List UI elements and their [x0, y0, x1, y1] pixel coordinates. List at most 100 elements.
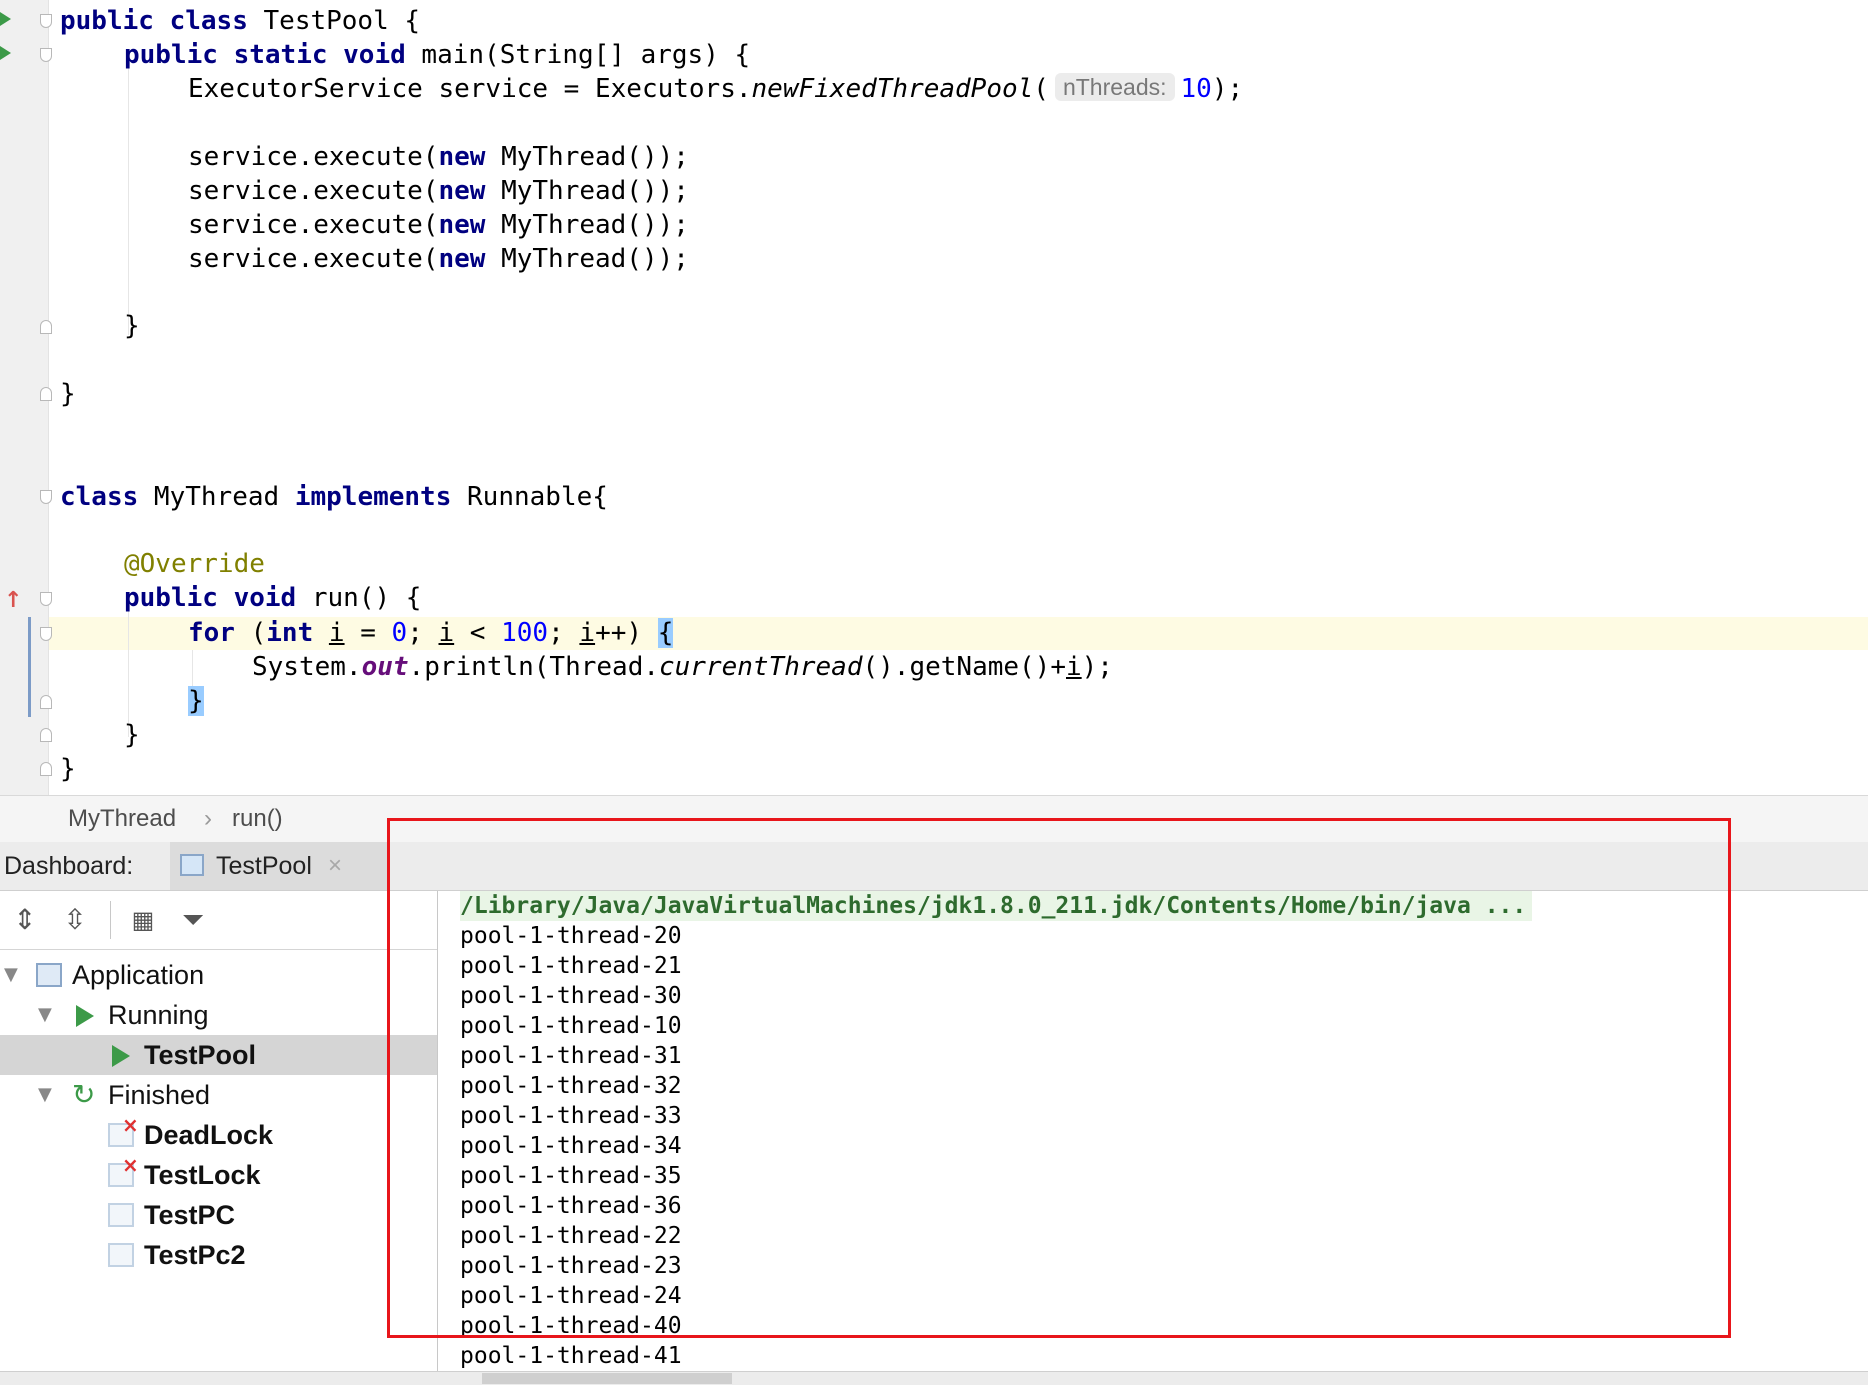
code-text: ; [407, 618, 439, 648]
keyword: void [343, 40, 406, 70]
console-line: pool-1-thread-31 [460, 1043, 682, 1069]
fold-marker[interactable] [40, 387, 52, 401]
tree-node-testpool[interactable]: TestPool [0, 1035, 437, 1075]
variable: i [328, 618, 345, 648]
keyword: public [124, 40, 218, 70]
tab-label: TestPool [216, 852, 312, 880]
breadcrumb-method[interactable]: run() [232, 796, 283, 842]
code-text: ().getName()+ [862, 652, 1067, 682]
tree-node-running[interactable]: ▼ Running [0, 995, 437, 1035]
console-line: pool-1-thread-32 [460, 1073, 682, 1099]
tree-label: TestPool [144, 1040, 257, 1070]
code-editor[interactable]: ↑ public class TestPool { public static … [0, 0, 1868, 795]
keyword: void [233, 583, 297, 613]
keyword: for [188, 618, 235, 648]
fold-marker[interactable] [40, 320, 52, 334]
chevron-down-icon[interactable]: ▼ [38, 1075, 52, 1115]
code-line: } [60, 752, 76, 786]
fold-marker[interactable] [40, 48, 52, 62]
code-line: ExecutorService service = Executors.newF… [188, 72, 1243, 106]
fold-marker[interactable] [40, 762, 52, 776]
variable: i [438, 618, 455, 648]
console-line: pool-1-thread-33 [460, 1103, 682, 1129]
override-icon[interactable]: ↑ [4, 588, 22, 613]
tree-node-application[interactable]: ▼ Application [0, 955, 437, 995]
keyword: int [266, 618, 314, 648]
console-line: pool-1-thread-35 [460, 1163, 682, 1189]
chevron-down-icon[interactable]: ▼ [4, 955, 18, 995]
console-line: pool-1-thread-34 [460, 1133, 682, 1159]
number-literal: 0 [391, 618, 408, 648]
code-line: } [60, 377, 76, 411]
console-line: pool-1-thread-24 [460, 1283, 682, 1309]
code-text: { [388, 6, 421, 36]
code-line: } [188, 684, 204, 718]
close-icon[interactable]: × [328, 842, 342, 890]
code-text: .println(Thread. [408, 652, 659, 682]
console-output[interactable]: /Library/Java/JavaVirtualMachines/jdk1.8… [438, 891, 1868, 1371]
code-line: public class TestPool { [60, 4, 420, 38]
code-text: } [124, 720, 140, 750]
keyword: class [60, 482, 139, 512]
keyword: class [169, 6, 248, 36]
fold-marker[interactable] [40, 592, 52, 606]
fold-marker[interactable] [40, 695, 52, 709]
filter-icon[interactable]: ⏷ [176, 903, 210, 937]
code-line: service.execute(new MyThread()); [188, 140, 689, 174]
fold-marker[interactable] [40, 728, 52, 742]
tree-node-deadlock[interactable]: × DeadLock [0, 1113, 437, 1155]
console-line: pool-1-thread-41 [460, 1343, 682, 1369]
breadcrumb-separator: › [204, 805, 212, 832]
code-line: for (int i = 0; i < 100; i++) { [188, 616, 674, 650]
tree-node-finished[interactable]: ▼ ↻ Finished [0, 1075, 437, 1115]
toolbar-separator [110, 901, 111, 939]
chevron-down-icon[interactable]: ▼ [38, 995, 52, 1035]
breadcrumb: MyThread › run() [0, 795, 1868, 842]
code-text: = [344, 618, 392, 648]
code-line: service.execute(new MyThread()); [188, 174, 689, 208]
tree-label: TestPC [144, 1200, 236, 1230]
code-line: @Override [124, 547, 265, 581]
fold-marker[interactable] [40, 490, 52, 504]
tree-label: TestPc2 [144, 1240, 246, 1270]
group-icon[interactable]: ▦ [126, 903, 160, 937]
fold-marker[interactable] [40, 14, 52, 28]
code-text: ( [1033, 74, 1049, 104]
code-text: ); [1081, 652, 1113, 682]
tree-node-testpc[interactable]: TestPC [0, 1195, 437, 1235]
code-text: service.execute( [188, 210, 439, 240]
run-class-icon[interactable] [0, 12, 11, 26]
matched-brace: } [188, 686, 204, 716]
run-icon [112, 1045, 130, 1067]
application-icon [180, 854, 204, 876]
code-line: } [124, 718, 140, 752]
keyword: new [438, 176, 486, 206]
active-tool-window-tab[interactable] [482, 1373, 732, 1384]
code-text: service.execute( [188, 176, 439, 206]
variable: i [579, 618, 596, 648]
matched-brace: { [657, 618, 674, 648]
breadcrumb-class[interactable]: MyThread [68, 796, 176, 842]
code-text: ; [548, 618, 580, 648]
error-icon: × [122, 1153, 139, 1177]
code-text: } [60, 379, 76, 409]
code-line: class MyThread implements Runnable{ [60, 480, 608, 514]
collapse-all-icon[interactable]: ⇳ [58, 903, 92, 937]
console-line: pool-1-thread-21 [460, 953, 682, 979]
run-main-icon[interactable] [0, 46, 11, 60]
application-icon [108, 1203, 134, 1227]
fold-marker[interactable] [40, 627, 52, 641]
application-icon [108, 1243, 134, 1267]
tab-testpool[interactable]: TestPool × [170, 842, 388, 890]
keyword: public [124, 583, 218, 613]
expand-all-icon[interactable]: ⇕ [8, 903, 42, 937]
code-text: < [454, 618, 502, 648]
static-field: out [361, 652, 409, 682]
number-literal: 100 [501, 618, 549, 648]
method-name: currentThread [659, 652, 863, 682]
console-line: pool-1-thread-40 [460, 1313, 682, 1339]
tree-node-testpc2[interactable]: TestPc2 [0, 1235, 437, 1275]
code-text: Runnable{ [451, 482, 608, 512]
indent-guide [128, 55, 129, 335]
tree-node-testlock[interactable]: × TestLock [0, 1153, 437, 1195]
